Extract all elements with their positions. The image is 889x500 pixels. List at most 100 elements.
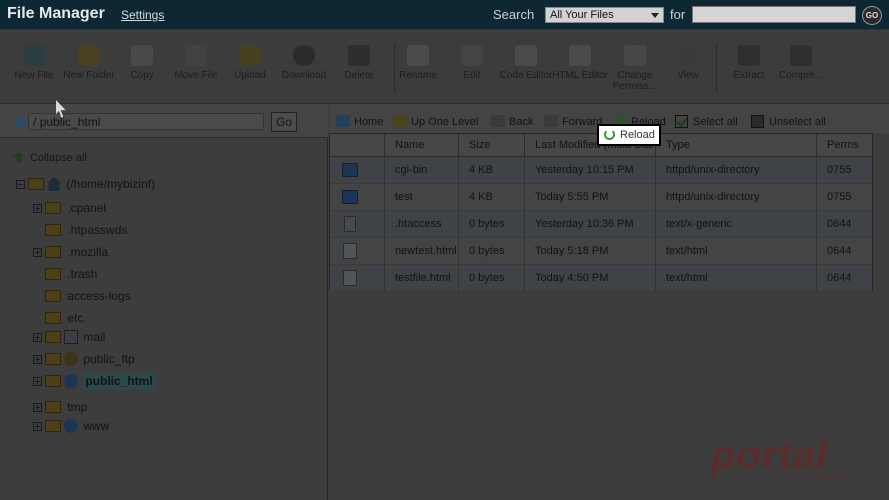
home-icon — [336, 115, 350, 127]
tree-item-cpanel[interactable]: .cpanel — [33, 201, 106, 221]
code-editor-icon — [515, 45, 537, 66]
change-permissions-button[interactable]: Change Permiss... — [606, 45, 664, 92]
tree-item-public-html[interactable]: public_html — [33, 373, 155, 394]
file-row[interactable]: testfile.html 0 bytes Today 4:50 PM text… — [330, 265, 872, 292]
path-input[interactable]: / public_html — [28, 113, 264, 130]
tree-item-tmp[interactable]: tmp — [33, 400, 87, 420]
tree-item-access-logs[interactable]: access-logs — [45, 289, 131, 309]
expand-icon[interactable] — [33, 355, 42, 364]
tree-item-etc[interactable]: etc — [45, 311, 83, 331]
column-header-type[interactable]: Type — [655, 134, 816, 157]
file-modified: Today 4:50 PM — [524, 265, 655, 292]
code-editor-button[interactable]: Code Editor — [498, 45, 554, 81]
tree-item-www[interactable]: www — [33, 419, 109, 439]
tree-item-htpasswds[interactable]: .htpasswds — [45, 223, 127, 243]
file-size: 4 KB — [458, 157, 524, 184]
rename-button[interactable]: Rename — [390, 45, 446, 81]
download-label: Download — [281, 70, 327, 81]
file-row[interactable]: .htaccess 0 bytes Yesterday 10:36 PM tex… — [330, 211, 872, 238]
column-header-name[interactable]: Name — [384, 134, 458, 157]
search-input[interactable] — [692, 6, 856, 23]
tree-item-trash[interactable]: .trash — [45, 267, 97, 287]
folder-icon — [45, 224, 61, 236]
compress-icon — [790, 45, 812, 66]
file-perms: 0644 — [816, 265, 872, 292]
search-go-button[interactable]: GO — [862, 6, 882, 25]
file-row[interactable]: newtest.html 0 bytes Today 5:18 PM text/… — [330, 238, 872, 265]
expand-icon[interactable] — [33, 377, 42, 386]
folder-icon — [45, 420, 61, 432]
edit-icon — [461, 45, 483, 66]
copy-label: Copy — [130, 70, 154, 81]
tree-item-label: etc — [67, 311, 84, 325]
file-row[interactable]: test 4 KB Today 5:55 PM httpd/unix-direc… — [330, 184, 872, 211]
move-file-label: Move File — [174, 70, 218, 81]
select-all-checkbox[interactable]: Select all — [675, 115, 738, 128]
view-icon — [677, 45, 699, 66]
expand-icon[interactable] — [33, 333, 42, 342]
path-go-button[interactable]: Go — [271, 112, 297, 132]
new-file-button[interactable]: New File — [6, 45, 62, 81]
search-scope-select[interactable]: All Your Files — [545, 7, 664, 23]
forward-button[interactable]: Forward — [544, 115, 602, 128]
tree-item-label: public_html — [83, 373, 155, 389]
settings-link[interactable]: Settings — [121, 8, 164, 22]
expand-icon[interactable] — [33, 248, 42, 257]
delete-button[interactable]: Delete — [331, 45, 387, 81]
tree-item-public-ftp[interactable]: public_ftp — [33, 352, 135, 372]
edit-button[interactable]: Edit — [444, 45, 500, 81]
upload-button[interactable]: Upload — [222, 45, 278, 81]
tree-item-label: .mozilla — [67, 245, 109, 259]
expand-icon[interactable] — [33, 422, 42, 431]
column-header-perms[interactable]: Perms — [816, 134, 872, 157]
column-header-size[interactable]: Size — [458, 134, 524, 157]
folder-icon — [45, 401, 61, 413]
back-button[interactable]: Back — [491, 115, 533, 128]
html-file-icon — [343, 270, 357, 286]
file-type: httpd/unix-directory — [655, 157, 816, 184]
extract-icon — [738, 45, 760, 66]
tree-root[interactable]: (/home/mybizinf) — [16, 177, 155, 197]
new-folder-button[interactable]: New Folder — [61, 45, 117, 81]
extract-label: Extract — [733, 70, 765, 81]
download-icon — [293, 45, 315, 66]
expand-icon[interactable] — [33, 403, 42, 412]
file-size: 4 KB — [458, 184, 524, 211]
collapse-toggle-icon[interactable] — [16, 180, 25, 189]
delete-label: Delete — [344, 70, 374, 81]
tree-item-mail[interactable]: mail — [33, 330, 105, 350]
file-type: text/html — [655, 238, 816, 265]
file-perms: 0755 — [816, 157, 872, 184]
compress-button[interactable]: Compre... — [773, 45, 829, 81]
ftp-icon — [64, 352, 78, 366]
folder-icon — [342, 190, 358, 204]
expand-icon[interactable] — [33, 204, 42, 213]
file-type: text/x-generic — [655, 211, 816, 238]
tree-item-mozilla[interactable]: .mozilla — [33, 245, 108, 265]
up-one-level-button[interactable]: Up One Level — [393, 115, 478, 128]
new-file-label: New File — [14, 70, 54, 81]
home-icon — [47, 177, 61, 191]
file-type: text/html — [655, 265, 816, 292]
home-button[interactable]: Home — [336, 115, 383, 128]
text-file-icon — [344, 216, 356, 232]
view-button[interactable]: View — [660, 45, 716, 81]
collapse-all-link[interactable]: Collapse all — [13, 152, 87, 164]
html-editor-label: HTML Editor — [552, 70, 608, 81]
file-name: .htaccess — [384, 211, 458, 238]
code-editor-label: Code Editor — [499, 70, 553, 81]
reload-tooltip[interactable]: Reload — [597, 124, 661, 146]
copy-button[interactable]: Copy — [114, 45, 170, 81]
file-perms: 0755 — [816, 184, 872, 211]
extract-button[interactable]: Extract — [721, 45, 777, 81]
search-scope-value: All Your Files — [550, 9, 614, 21]
view-label: View — [677, 70, 699, 81]
file-name: newtest.html — [384, 238, 458, 265]
toolbar: New File New Folder Copy Move File Uploa… — [0, 31, 889, 104]
html-editor-button[interactable]: HTML Editor — [552, 45, 608, 81]
file-row[interactable]: cgi-bin 4 KB Yesterday 10:15 PM httpd/un… — [330, 157, 872, 184]
download-button[interactable]: Download — [276, 45, 332, 81]
unselect-all-label: Unselect all — [769, 116, 826, 128]
move-file-button[interactable]: Move File — [168, 45, 224, 81]
unselect-all-checkbox[interactable]: Unselect all — [751, 115, 826, 128]
